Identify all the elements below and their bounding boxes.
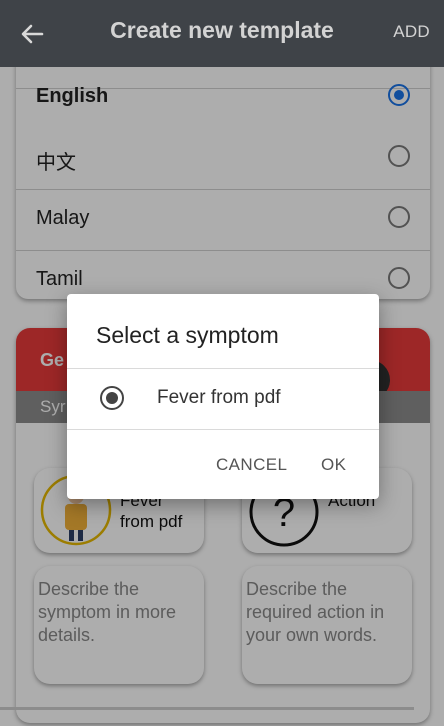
ok-button[interactable]: OK	[321, 455, 346, 475]
symptom-option-label: Fever from pdf	[157, 387, 281, 408]
add-button[interactable]: ADD	[393, 22, 430, 42]
page-title: Create new template	[110, 17, 334, 43]
dialog-title: Select a symptom	[96, 322, 279, 348]
divider	[67, 429, 379, 430]
cancel-button[interactable]: CANCEL	[216, 455, 287, 475]
app-bar: Create new template ADD	[0, 0, 444, 67]
symptom-option[interactable]: Fever from pdf	[67, 369, 379, 429]
radio-selected[interactable]	[100, 386, 124, 410]
select-symptom-dialog: Select a symptom Fever from pdf CANCEL O…	[67, 294, 379, 499]
